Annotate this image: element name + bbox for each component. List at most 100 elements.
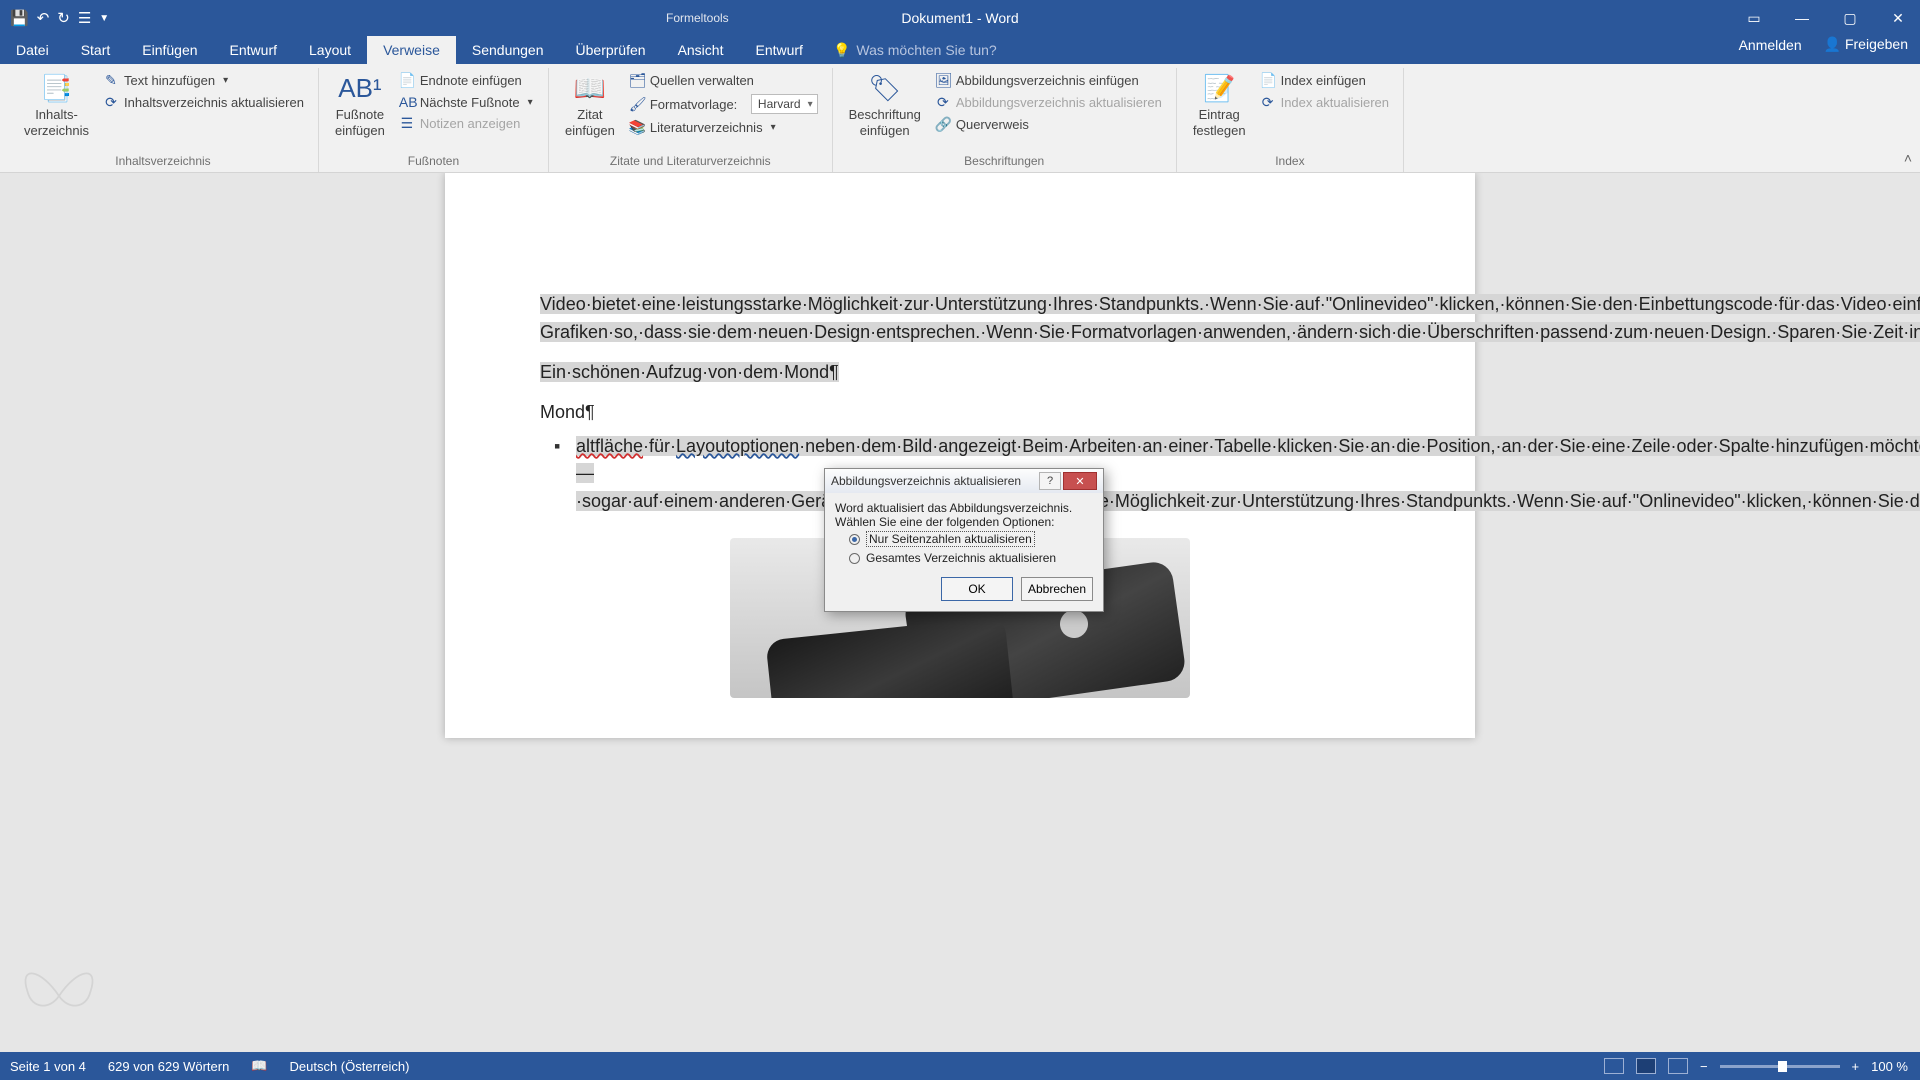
tab-view[interactable]: Ansicht	[662, 36, 740, 64]
endnote-icon: 📄	[399, 72, 415, 89]
group-citations: 📖 Zitat einfügen 🗂Quellen verwalten 🖌For…	[549, 68, 833, 172]
tell-me-search[interactable]: 💡 Was möchten Sie tun?	[833, 36, 997, 64]
status-page[interactable]: Seite 1 von 4	[10, 1059, 86, 1074]
insert-index-icon: 📄	[1260, 72, 1276, 89]
zoom-out-button[interactable]: −	[1700, 1059, 1708, 1074]
tab-design-context[interactable]: Entwurf	[739, 36, 818, 64]
bulb-icon: 💡	[833, 42, 850, 59]
collapse-ribbon-icon[interactable]: ˄	[1904, 150, 1912, 166]
insert-index-button[interactable]: 📄Index einfügen	[1256, 70, 1393, 91]
dialog-message-2: Wählen Sie eine der folgenden Optionen:	[835, 515, 1093, 529]
update-tof-dialog: Abbildungsverzeichnis aktualisieren ? ✕ …	[824, 468, 1104, 612]
manage-sources-button[interactable]: 🗂Quellen verwalten	[625, 70, 822, 91]
zoom-in-button[interactable]: +	[1852, 1059, 1860, 1074]
group-captions: 🏷 Beschriftung einfügen 🖼Abbildungsverze…	[833, 68, 1177, 172]
tab-draw[interactable]: Entwurf	[214, 36, 293, 64]
radio-update-all[interactable]: Gesamtes Verzeichnis aktualisieren	[849, 549, 1093, 567]
insert-caption-button[interactable]: 🏷 Beschriftung einfügen	[843, 70, 927, 141]
zoom-percent[interactable]: 100 %	[1871, 1059, 1908, 1074]
dialog-help-icon[interactable]: ?	[1039, 472, 1061, 490]
save-icon[interactable]: 💾	[10, 9, 29, 27]
dialog-message: Word aktualisiert das Abbildungsverzeich…	[835, 501, 1093, 515]
contextual-tab-label: Formeltools	[650, 0, 745, 36]
redo-icon[interactable]: ↻	[57, 9, 70, 27]
cancel-button[interactable]: Abbrechen	[1021, 577, 1093, 601]
citation-style-select[interactable]: 🖌Formatvorlage: Harvard	[625, 92, 822, 116]
sign-in-link[interactable]: Anmelden	[1739, 37, 1802, 53]
style-icon: 🖌	[629, 96, 645, 113]
group-index: 📝 Eintrag festlegen 📄Index einfügen ⟳Ind…	[1177, 68, 1404, 172]
tab-insert[interactable]: Einfügen	[126, 36, 213, 64]
status-language[interactable]: Deutsch (Österreich)	[289, 1059, 409, 1074]
index-entry-icon: 📝	[1203, 72, 1235, 105]
sources-icon: 🗂	[629, 72, 645, 89]
add-text-icon: ✎	[103, 72, 119, 89]
group-label: Beschriftungen	[833, 154, 1176, 168]
status-wordcount[interactable]: 629 von 629 Wörtern	[108, 1059, 229, 1074]
view-read-icon[interactable]	[1604, 1058, 1624, 1074]
view-print-icon[interactable]	[1636, 1058, 1656, 1074]
style-value[interactable]: Harvard	[751, 94, 818, 114]
tof-icon: 🖼	[935, 72, 951, 89]
next-footnote-button[interactable]: ABNächste Fußnote▾	[395, 92, 537, 112]
status-bar: Seite 1 von 4 629 von 629 Wörtern 📖 Deut…	[0, 1052, 1920, 1080]
ribbon-options-icon[interactable]: ▭	[1732, 0, 1776, 36]
tab-mailings[interactable]: Sendungen	[456, 36, 560, 64]
toc-icon: 📑	[40, 72, 72, 105]
zoom-slider[interactable]	[1720, 1065, 1840, 1068]
insert-citation-button[interactable]: 📖 Zitat einfügen	[559, 70, 621, 141]
radio-icon	[849, 553, 860, 564]
group-label: Fußnoten	[319, 154, 548, 168]
dialog-title: Abbildungsverzeichnis aktualisieren	[831, 474, 1021, 488]
document-workspace[interactable]: Video·bietet·eine·leistungsstarke·Möglic…	[0, 173, 1920, 1052]
group-footnotes: AB¹ Fußnote einfügen 📄Endnote einfügen A…	[319, 68, 549, 172]
insert-tof-button[interactable]: 🖼Abbildungsverzeichnis einfügen	[931, 70, 1166, 91]
spellcheck-icon[interactable]: 📖	[251, 1058, 267, 1074]
toc-button[interactable]: 📑 Inhalts- verzeichnis	[18, 70, 95, 141]
dialog-titlebar[interactable]: Abbildungsverzeichnis aktualisieren ? ✕	[825, 469, 1103, 493]
document-page: Video·bietet·eine·leistungsstarke·Möglic…	[445, 173, 1475, 738]
window-controls: ▭ — ▢ ✕	[1732, 0, 1920, 36]
update-tof-button[interactable]: ⟳Abbildungsverzeichnis aktualisieren	[931, 92, 1166, 113]
ribbon-tabs: Datei Start Einfügen Entwurf Layout Verw…	[0, 36, 1920, 64]
view-web-icon[interactable]	[1668, 1058, 1688, 1074]
touch-mode-icon[interactable]: ☰	[78, 9, 91, 27]
tab-layout[interactable]: Layout	[293, 36, 367, 64]
bibliography-button[interactable]: 📚Literaturverzeichnis▾	[625, 117, 822, 138]
radio-icon	[849, 534, 860, 545]
crossref-button[interactable]: 🔗Querverweis	[931, 114, 1166, 135]
ok-button[interactable]: OK	[941, 577, 1013, 601]
caption-icon: 🏷	[868, 72, 901, 105]
tab-file[interactable]: Datei	[0, 36, 65, 64]
update-index-button[interactable]: ⟳Index aktualisieren	[1256, 92, 1393, 113]
add-text-button[interactable]: ✎Text hinzufügen▾	[99, 70, 308, 91]
undo-icon[interactable]: ↶	[37, 9, 50, 27]
tab-review[interactable]: Überprüfen	[560, 36, 662, 64]
footnote-icon: AB¹	[338, 72, 381, 105]
tab-references[interactable]: Verweise	[367, 36, 456, 64]
mark-entry-button[interactable]: 📝 Eintrag festlegen	[1187, 70, 1252, 141]
dialog-close-icon[interactable]: ✕	[1063, 472, 1097, 490]
minimize-icon[interactable]: —	[1780, 0, 1824, 36]
watermark-icon	[14, 942, 104, 1032]
group-label: Index	[1177, 154, 1403, 168]
crossref-icon: 🔗	[935, 116, 951, 133]
close-icon[interactable]: ✕	[1876, 0, 1920, 36]
tab-home[interactable]: Start	[65, 36, 127, 64]
document-title: Dokument1 - Word	[901, 10, 1018, 26]
share-button[interactable]: 👤 Freigeben	[1824, 36, 1908, 53]
radio-update-pages[interactable]: Nur Seitenzahlen aktualisieren	[849, 529, 1093, 549]
show-notes-button[interactable]: ☰Notizen anzeigen	[395, 113, 537, 134]
citation-icon: 📖	[574, 72, 606, 105]
update-toc-button[interactable]: ⟳Inhaltsverzeichnis aktualisieren	[99, 92, 308, 113]
quick-access-toolbar: 💾 ↶ ↻ ☰ ▼	[0, 9, 119, 27]
group-label: Zitate und Literaturverzeichnis	[549, 154, 832, 168]
group-toc: 📑 Inhalts- verzeichnis ✎Text hinzufügen▾…	[8, 68, 319, 172]
bibliography-icon: 📚	[629, 119, 645, 136]
insert-endnote-button[interactable]: 📄Endnote einfügen	[395, 70, 537, 91]
maximize-icon[interactable]: ▢	[1828, 0, 1872, 36]
notes-icon: ☰	[399, 115, 415, 132]
qat-dropdown-icon[interactable]: ▼	[99, 13, 109, 24]
titlebar: 💾 ↶ ↻ ☰ ▼ Formeltools Dokument1 - Word ▭…	[0, 0, 1920, 36]
insert-footnote-button[interactable]: AB¹ Fußnote einfügen	[329, 70, 391, 141]
